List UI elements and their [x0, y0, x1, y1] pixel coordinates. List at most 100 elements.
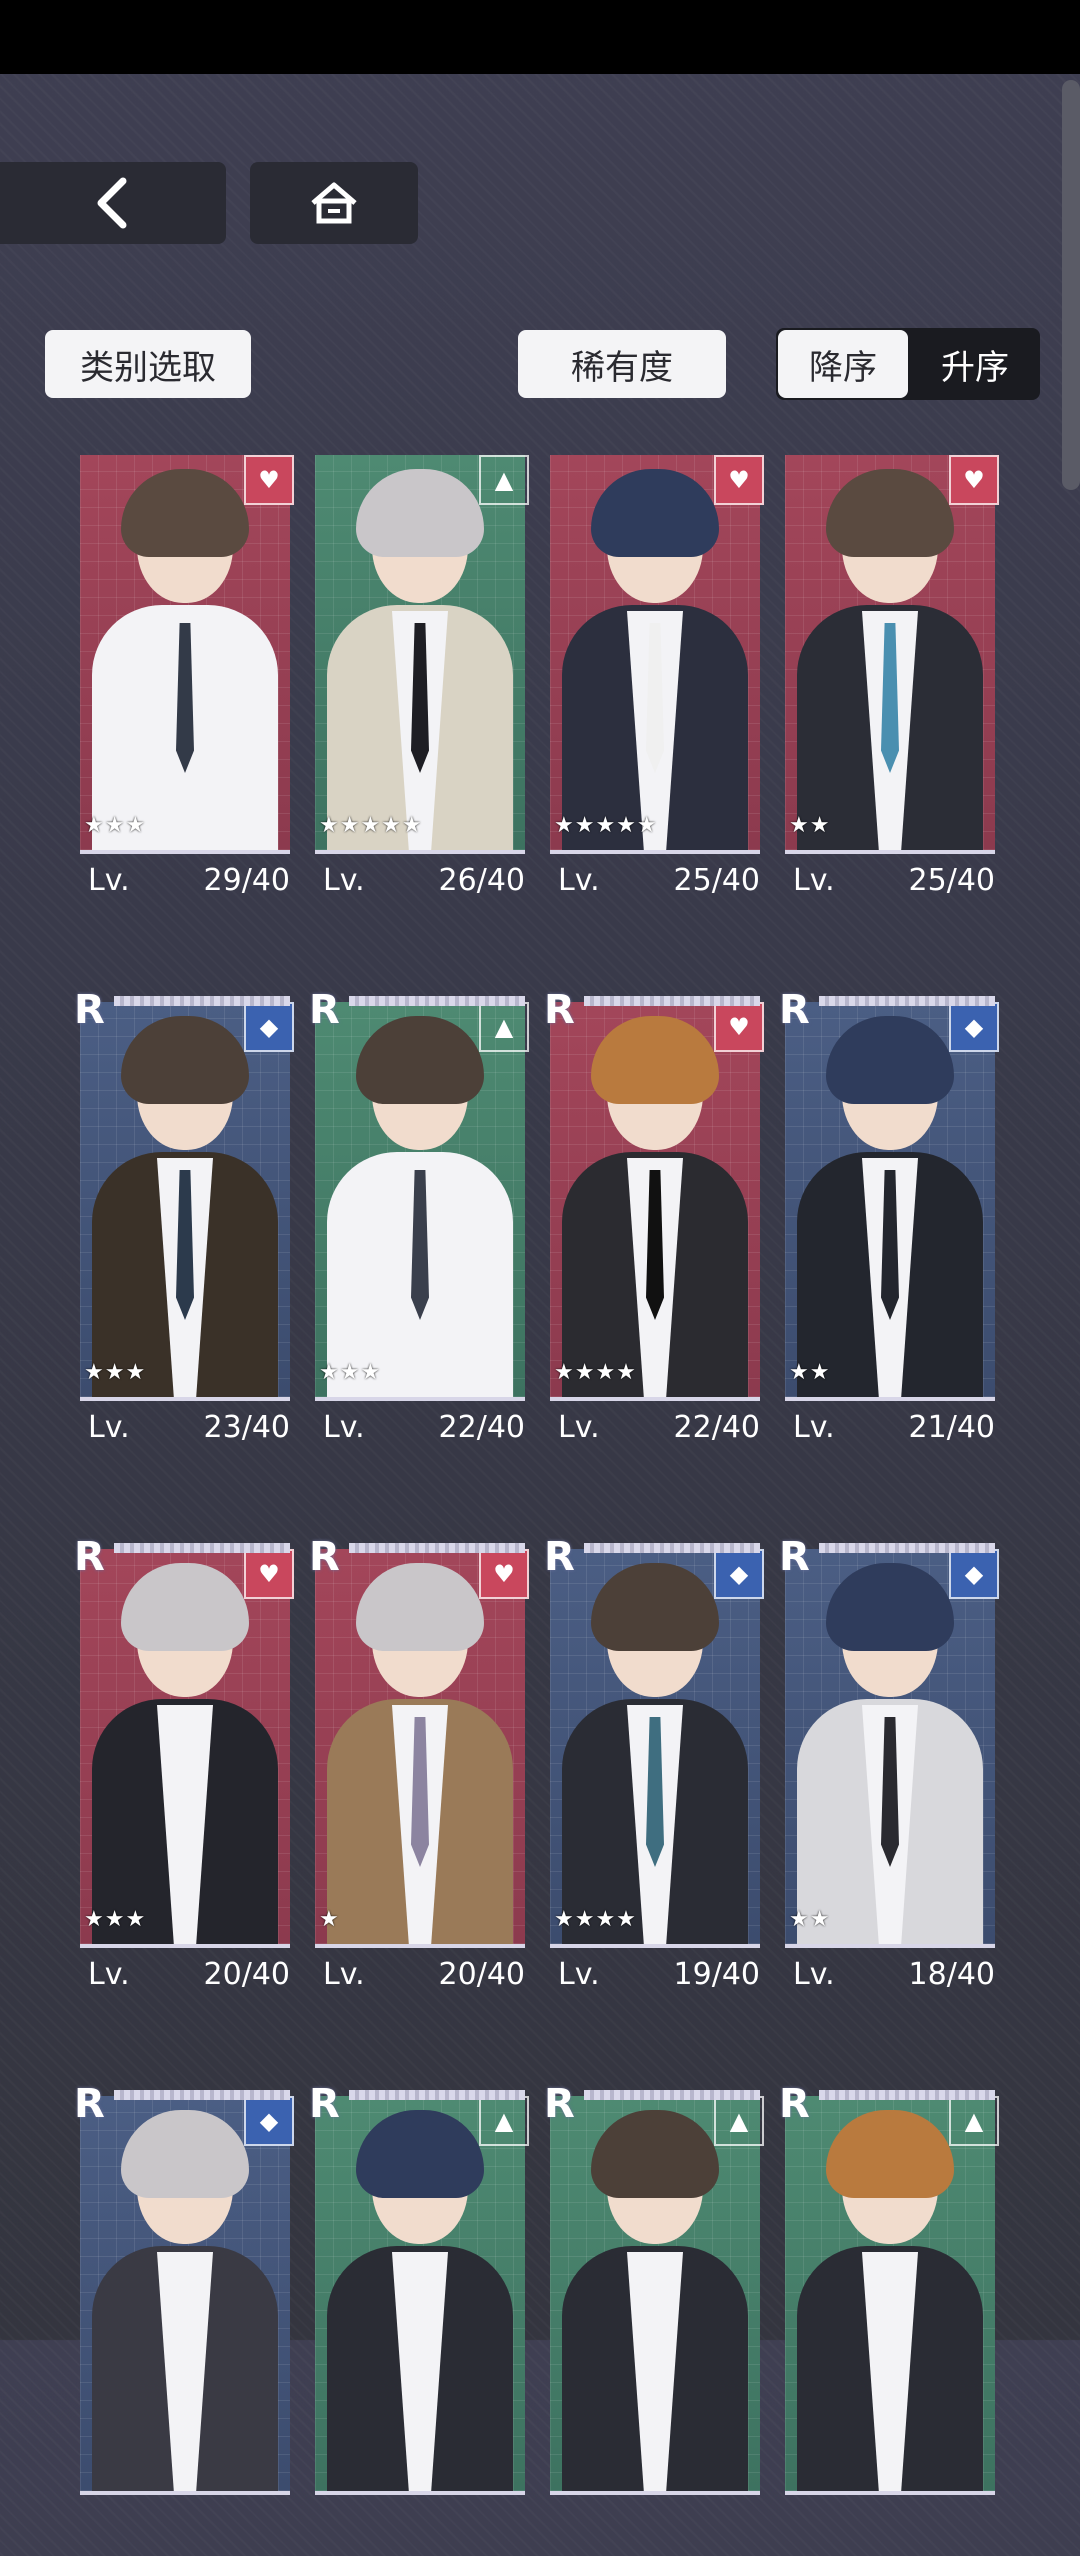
star-rating: ★★★: [319, 1360, 382, 1385]
level-value: 20/40: [203, 1957, 290, 1992]
rarity-badge: R: [779, 987, 810, 1033]
level-label: Lv.: [88, 863, 130, 898]
star-rating: ★★: [789, 1907, 831, 1932]
diamond-attribute-icon: ◆: [244, 2096, 294, 2146]
character-portrait: [315, 455, 525, 850]
level-value: 25/40: [908, 863, 995, 898]
level-row: Lv. 23/40: [88, 1410, 290, 1445]
character-card[interactable]: ♥ R ★★★★ Lv. 22/40: [544, 988, 764, 1462]
rarity-badge: R: [309, 2081, 340, 2127]
level-value: 22/40: [673, 1410, 760, 1445]
level-label: Lv.: [558, 863, 600, 898]
rarity-badge: R: [309, 987, 340, 1033]
level-label: Lv.: [793, 863, 835, 898]
card-artwork: [785, 2096, 995, 2495]
character-portrait: [80, 1002, 290, 1397]
heart-attribute-icon: ♥: [244, 455, 294, 505]
card-artwork: [80, 455, 290, 854]
character-card[interactable]: ▲ R ★★★ Lv. 22/40: [309, 988, 529, 1462]
character-portrait: [550, 1002, 760, 1397]
level-row: Lv. 20/40: [88, 1957, 290, 1992]
level-label: Lv.: [88, 1410, 130, 1445]
level-row: Lv. 25/40: [793, 863, 995, 898]
character-card[interactable]: ◆ R ★★ Lv. 21/40: [779, 988, 999, 1462]
rarity-stripe: [349, 1543, 525, 1553]
level-label: Lv.: [793, 1410, 835, 1445]
card-artwork: [80, 1002, 290, 1401]
card-artwork: [785, 1002, 995, 1401]
character-card[interactable]: ◆ R ★★★ Lv. 23/40: [74, 988, 294, 1462]
level-label: Lv.: [793, 1957, 835, 1992]
rarity-badge: R: [544, 987, 575, 1033]
rarity-stripe: [114, 1543, 290, 1553]
rarity-stripe: [349, 2090, 525, 2100]
character-card[interactable]: ♥ ★★ Lv. 25/40: [785, 455, 999, 915]
star-rating: ★★★: [84, 1360, 147, 1385]
character-card[interactable]: ▲ R: [309, 2082, 529, 2556]
character-portrait: [80, 455, 290, 850]
star-rating: ★★: [789, 1360, 831, 1385]
card-artwork: [315, 2096, 525, 2495]
character-portrait: [315, 1549, 525, 1944]
level-value: 22/40: [438, 1410, 525, 1445]
card-artwork: [785, 455, 995, 854]
character-card[interactable]: ▲ R: [544, 2082, 764, 2556]
diamond-attribute-icon: ◆: [949, 1002, 999, 1052]
card-artwork: [550, 455, 760, 854]
level-value: 26/40: [438, 863, 525, 898]
rarity-badge: R: [309, 1534, 340, 1580]
rarity-badge: R: [544, 1534, 575, 1580]
rarity-stripe: [819, 1543, 995, 1553]
triangle-attribute-icon: ▲: [479, 1002, 529, 1052]
level-value: 19/40: [673, 1957, 760, 1992]
star-rating: ★★★★★: [319, 813, 423, 838]
star-rating: ★★★★: [554, 1907, 637, 1932]
level-row: Lv. 26/40: [323, 863, 525, 898]
character-portrait: [315, 2096, 525, 2491]
character-card[interactable]: ▲ ★★★★★ Lv. 26/40: [315, 455, 529, 915]
card-artwork: [80, 2096, 290, 2495]
level-row: Lv. 18/40: [793, 1957, 995, 1992]
diamond-attribute-icon: ◆: [714, 1549, 764, 1599]
rarity-stripe: [819, 2090, 995, 2100]
character-portrait: [785, 455, 995, 850]
heart-attribute-icon: ♥: [479, 1549, 529, 1599]
triangle-attribute-icon: ▲: [714, 2096, 764, 2146]
rarity-stripe: [114, 996, 290, 1006]
character-card[interactable]: ◆ R: [74, 2082, 294, 2556]
level-row: Lv. 22/40: [323, 1410, 525, 1445]
triangle-attribute-icon: ▲: [479, 455, 529, 505]
star-rating: ★★★★★: [554, 813, 658, 838]
rarity-badge: R: [74, 1534, 105, 1580]
level-value: 29/40: [203, 863, 290, 898]
level-row: Lv. 25/40: [558, 863, 760, 898]
triangle-attribute-icon: ▲: [949, 2096, 999, 2146]
character-card[interactable]: ▲ R: [779, 2082, 999, 2556]
level-label: Lv.: [88, 1957, 130, 1992]
diamond-attribute-icon: ◆: [244, 1002, 294, 1052]
character-card-grid: ♥ ★★★ Lv. 29/40 ▲ ★★★★★ Lv. 26/40 ♥ ★★★★★ Lv. 25/40…: [0, 0, 1080, 2495]
level-row: Lv. 20/40: [323, 1957, 525, 1992]
character-card[interactable]: ♥ R ★ Lv. 20/40: [309, 1535, 529, 2009]
rarity-stripe: [819, 996, 995, 1006]
card-artwork: [785, 1549, 995, 1948]
rarity-badge: R: [544, 2081, 575, 2127]
character-card[interactable]: ♥ R ★★★ Lv. 20/40: [74, 1535, 294, 2009]
card-artwork: [80, 1549, 290, 1948]
rarity-stripe: [584, 2090, 760, 2100]
level-label: Lv.: [323, 1410, 365, 1445]
card-artwork: [315, 1549, 525, 1948]
card-artwork: [315, 455, 525, 854]
character-card[interactable]: ◆ R ★★ Lv. 18/40: [779, 1535, 999, 2009]
card-artwork: [315, 1002, 525, 1401]
star-rating: ★★★: [84, 1907, 147, 1932]
level-value: 21/40: [908, 1410, 995, 1445]
card-artwork: [550, 2096, 760, 2495]
heart-attribute-icon: ♥: [714, 1002, 764, 1052]
character-card[interactable]: ♥ ★★★ Lv. 29/40: [80, 455, 294, 915]
character-card[interactable]: ♥ ★★★★★ Lv. 25/40: [550, 455, 764, 915]
character-portrait: [550, 2096, 760, 2491]
character-portrait: [550, 455, 760, 850]
rarity-badge: R: [779, 2081, 810, 2127]
character-card[interactable]: ◆ R ★★★★ Lv. 19/40: [544, 1535, 764, 2009]
